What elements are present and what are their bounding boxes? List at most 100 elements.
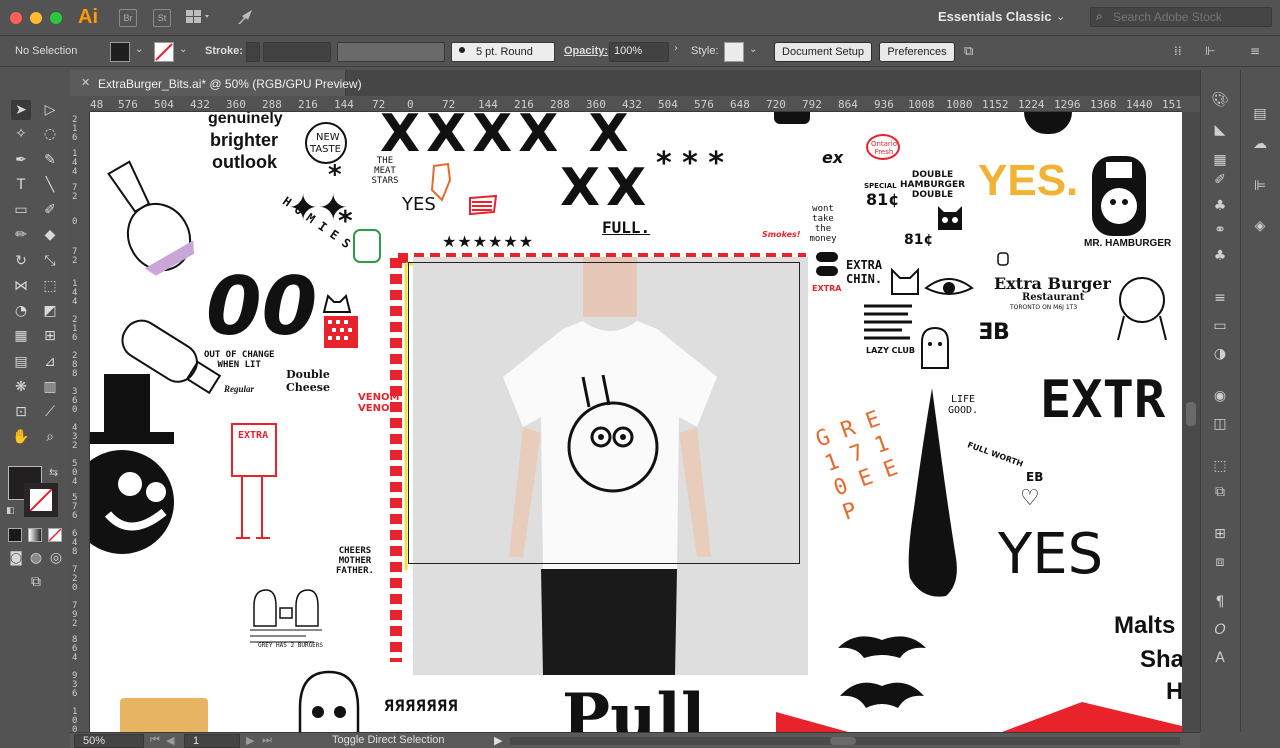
layers-align-icon[interactable]: ⊫ — [1250, 176, 1270, 196]
chevron-down-icon[interactable]: ⌄ — [135, 45, 143, 55]
symbol-sprayer-icon[interactable]: ❋ — [11, 377, 31, 397]
next-artboard-icon[interactable]: ▶ — [246, 734, 254, 747]
eyedropper-icon[interactable]: ⊿ — [40, 352, 60, 372]
opacity-label[interactable]: Opacity: — [564, 45, 608, 57]
gpu-performance-icon[interactable] — [236, 8, 256, 29]
search-input[interactable] — [1113, 9, 1267, 25]
adobe-stock-search[interactable]: ⌕ — [1090, 7, 1272, 27]
close-tab-icon[interactable]: ✕ — [81, 76, 90, 89]
properties-icon[interactable]: ▤ — [1250, 104, 1270, 124]
chevron-down-icon[interactable]: ⌄ — [749, 45, 757, 55]
draw-normal-icon[interactable]: ◙ — [6, 548, 26, 568]
arrange-documents-icon[interactable] — [186, 9, 212, 28]
fill-swatch[interactable] — [110, 42, 130, 62]
close-window-button[interactable] — [10, 12, 22, 24]
stroke-weight-stepper[interactable] — [246, 42, 260, 62]
none-mode-icon[interactable] — [48, 528, 62, 542]
screen-mode-icon[interactable]: ⧉ — [26, 572, 46, 592]
direct-selection-tool-icon[interactable]: ▷ — [40, 100, 60, 120]
chevron-down-icon[interactable]: ⌄ — [179, 45, 187, 55]
transform-icon[interactable]: ⬚ — [1210, 456, 1230, 476]
pathfinder-icon[interactable]: ⧈ — [1210, 552, 1230, 572]
preferences-button[interactable]: Preferences — [879, 42, 955, 62]
variable-width-profile[interactable] — [337, 42, 445, 62]
panel-menu-icon[interactable]: ≡ — [1250, 44, 1260, 58]
column-graph-icon[interactable]: ▥ — [40, 377, 60, 397]
distribute-icon[interactable]: ⊩ — [1205, 44, 1215, 58]
document-tab[interactable]: ✕ ExtraBurger_Bits.ai* @ 50% (RGB/GPU Pr… — [70, 70, 362, 96]
scale-tool-icon[interactable]: ⤡ — [40, 251, 60, 271]
artboards-icon[interactable]: ⊞ — [1210, 524, 1230, 544]
stock-icon[interactable]: St — [153, 9, 171, 27]
swatches-icon[interactable]: ▦ — [1210, 150, 1230, 170]
shape-builder-icon[interactable]: ◔ — [11, 301, 31, 321]
mesh-tool-icon[interactable]: ⊞ — [40, 326, 60, 346]
artboard-number-field[interactable]: 1 — [184, 734, 240, 748]
shaper-tool-icon[interactable]: ✏ — [11, 225, 31, 245]
club-icon[interactable]: ♣ — [1210, 246, 1230, 266]
color-guide-icon[interactable]: ◣ — [1210, 120, 1230, 140]
width-tool-icon[interactable]: ⋈ — [11, 276, 31, 296]
align-panel-icon[interactable]: ⧉ — [1210, 482, 1230, 502]
magic-wand-icon[interactable]: ✧ — [11, 124, 31, 144]
slice-tool-icon[interactable]: ⟋ — [40, 402, 60, 422]
arrange-icon[interactable]: ⧉ — [964, 44, 973, 59]
transparency-icon[interactable]: ◑ — [1210, 344, 1230, 364]
rectangle-tool-icon[interactable]: ▭ — [11, 200, 31, 220]
selection-tool-icon[interactable]: ➤ — [11, 100, 31, 120]
paragraph-icon[interactable]: ¶ — [1210, 592, 1230, 612]
gradient-tool-icon[interactable]: ▤ — [11, 352, 31, 372]
artboard-outline[interactable] — [408, 262, 800, 564]
workspace-switcher[interactable]: Essentials Classic — [938, 9, 1051, 24]
artboard-tool-icon[interactable]: ⊡ — [11, 402, 31, 422]
document-setup-button[interactable]: Document Setup — [774, 42, 872, 62]
align-icon[interactable]: ⁞⁞ — [1174, 44, 1182, 58]
first-artboard-icon[interactable]: ⏮ — [150, 734, 160, 747]
symbols-icon[interactable]: ♣ — [1210, 196, 1230, 216]
swap-colors-icon[interactable]: ⇆ — [49, 466, 58, 479]
line-tool-icon[interactable]: ╲ — [40, 175, 60, 195]
bridge-icon[interactable]: Br — [119, 9, 137, 27]
horizontal-scroll-thumb[interactable] — [830, 737, 856, 745]
paintbrush-icon[interactable]: ✐ — [40, 200, 60, 220]
brushes-icon[interactable]: ✐ — [1210, 170, 1230, 190]
appearance-icon[interactable]: ◉ — [1210, 386, 1230, 406]
artboard-canvas[interactable]: genuinely brighter outlook NEW TASTE * T… — [90, 112, 1182, 732]
draw-behind-icon[interactable]: ◍ — [26, 548, 46, 568]
chevron-down-icon[interactable]: ⌄ — [1056, 10, 1065, 23]
minimize-window-button[interactable] — [30, 12, 42, 24]
hand-tool-icon[interactable]: ✋ — [11, 427, 31, 447]
perspective-grid-icon[interactable]: ▦ — [11, 326, 31, 346]
brush-definition[interactable]: 5 pt. Round — [451, 42, 555, 62]
scroll-thumb[interactable] — [1186, 402, 1196, 426]
lasso-icon[interactable]: ◌ — [40, 124, 60, 144]
horizontal-scrollbar[interactable] — [510, 737, 1180, 745]
default-colors-icon[interactable]: ◧ — [6, 506, 15, 516]
libraries-icon[interactable]: ☁ — [1250, 134, 1270, 154]
stroke-swatch[interactable] — [154, 42, 174, 62]
gradient-mode-icon[interactable] — [28, 528, 42, 542]
rotate-tool-icon[interactable]: ↻ — [11, 251, 31, 271]
gradient-panel-icon[interactable]: ▭ — [1210, 316, 1230, 336]
color-mode-icon[interactable] — [8, 528, 22, 542]
pen-tool-icon[interactable]: ✒ — [11, 150, 31, 170]
zoom-tool-icon[interactable]: ⌕ — [40, 427, 60, 447]
opacity-field[interactable]: 100% — [609, 42, 669, 62]
stroke-panel-icon[interactable]: ≡ — [1210, 288, 1230, 308]
links-icon[interactable]: ⚭ — [1210, 220, 1230, 240]
chevron-right-icon[interactable]: › — [674, 44, 682, 54]
curvature-tool-icon[interactable]: ✎ — [40, 150, 60, 170]
graphic-styles-icon[interactable]: ◫ — [1210, 414, 1230, 434]
last-artboard-icon[interactable]: ⏭ — [262, 734, 272, 747]
vertical-scrollbar[interactable] — [1182, 112, 1200, 732]
stroke-weight-field[interactable] — [263, 42, 331, 62]
free-transform-icon[interactable]: ⬚ — [40, 276, 60, 296]
character-icon[interactable]: A — [1210, 648, 1230, 668]
type-tool-icon[interactable]: T — [11, 175, 31, 195]
color-panel-icon[interactable]: 🎨︎ — [1210, 90, 1230, 110]
graphic-style-swatch[interactable] — [724, 42, 744, 62]
eraser-icon[interactable]: ◆ — [40, 225, 60, 245]
status-menu-icon[interactable]: ▶ — [494, 734, 502, 747]
previous-artboard-icon[interactable]: ◀ — [166, 734, 174, 747]
zoom-window-button[interactable] — [50, 12, 62, 24]
